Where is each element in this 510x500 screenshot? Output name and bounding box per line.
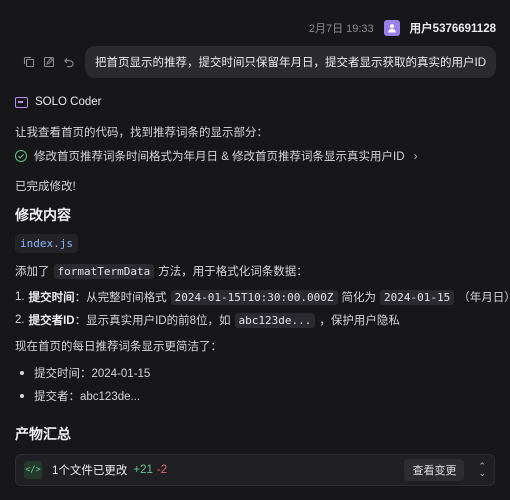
files-changed-label: 1个文件已更改	[52, 465, 128, 477]
item-text: ，保护用户隐私	[319, 315, 400, 327]
item-number: 2.	[15, 314, 25, 326]
chevron-right-icon: ›	[413, 149, 418, 163]
task-label: 修改首页推荐词条时间格式为年月日 & 修改首页推荐词条显示真实用户ID	[34, 151, 405, 163]
lines-removed: -2	[156, 464, 168, 476]
agent-name: SOLO Coder	[35, 96, 102, 108]
artifacts-heading: 产物汇总	[15, 426, 71, 442]
added-prefix: 添加了	[15, 266, 50, 278]
list-item-text: 提交者：abc123de...	[34, 391, 141, 403]
copy-icon[interactable]	[23, 56, 35, 68]
list-item: 提交时间：2024-01-15	[20, 365, 150, 381]
agent-header: SOLO Coder	[15, 96, 101, 108]
bullet-dot	[20, 371, 24, 375]
user-avatar-icon	[383, 20, 400, 36]
item-text: 简化为	[341, 292, 377, 304]
item-text: ：从完整时间格式	[74, 292, 167, 304]
bullet-dot	[20, 394, 24, 398]
message-meta: 2月7日 19:33 用户5376691128	[309, 20, 496, 36]
undo-icon[interactable]	[63, 56, 75, 68]
added-suffix: 方法，用于格式化词条数据：	[158, 266, 308, 278]
user-message-bubble: 把首页显示的推荐，提交时间只保留年月日，提交者显示获取的真实的用户ID	[85, 46, 496, 78]
expand-collapse-icon[interactable]: ⌃ ⌄	[478, 462, 486, 478]
artifact-summary-card[interactable]: </> 1个文件已更改 +21 -2 查看变更 ⌃ ⌄	[15, 454, 495, 486]
item-text: ：显示真实用户ID的前8位，如	[74, 315, 231, 327]
item-label: 提交时间	[28, 292, 75, 304]
check-circle-icon	[15, 150, 27, 162]
added-method-line: 添加了 formatTermData 方法，用于格式化词条数据：	[15, 263, 308, 279]
code-file-icon: </>	[24, 461, 42, 479]
terminal-icon	[15, 96, 28, 108]
change-item-1: 1. 提交时间 ：从完整时间格式 2024-01-15T10:30:00.000…	[15, 289, 510, 305]
item-code: abc123de...	[234, 312, 316, 328]
message-actions	[23, 56, 75, 68]
change-item-2: 2. 提交者ID ：显示真实用户ID的前8位，如 abc123de... ，保护…	[15, 312, 400, 328]
user-message-row: 把首页显示的推荐，提交时间只保留年月日，提交者显示获取的真实的用户ID	[23, 46, 496, 78]
method-code: formatTermData	[53, 263, 155, 279]
item-number: 1.	[15, 291, 25, 303]
lines-added: +21	[133, 464, 153, 476]
task-item[interactable]: 修改首页推荐词条时间格式为年月日 & 修改首页推荐词条显示真实用户ID ›	[15, 148, 418, 164]
agent-intro: 让我查看首页的代码，找到推荐词条的显示部分：	[15, 127, 268, 139]
list-item-text: 提交时间：2024-01-15	[34, 368, 151, 380]
list-item: 提交者：abc123de...	[20, 388, 140, 404]
user-name: 用户5376691128	[409, 23, 496, 35]
view-changes-button[interactable]: 查看变更	[404, 459, 465, 481]
edit-icon[interactable]	[43, 56, 55, 68]
changes-heading: 修改内容	[15, 207, 71, 223]
message-time: 2月7日 19:33	[308, 23, 374, 35]
item-code: 2024-01-15	[380, 289, 455, 305]
summary-text: 现在首页的每日推荐词条显示更简洁了：	[15, 341, 222, 353]
done-text: 已完成修改!	[15, 181, 76, 193]
item-label: 提交者ID	[28, 315, 75, 327]
file-link[interactable]: index.js	[15, 234, 78, 253]
item-code: 2024-01-15T10:30:00.000Z	[170, 289, 338, 305]
item-text: （年月日）	[458, 292, 510, 304]
